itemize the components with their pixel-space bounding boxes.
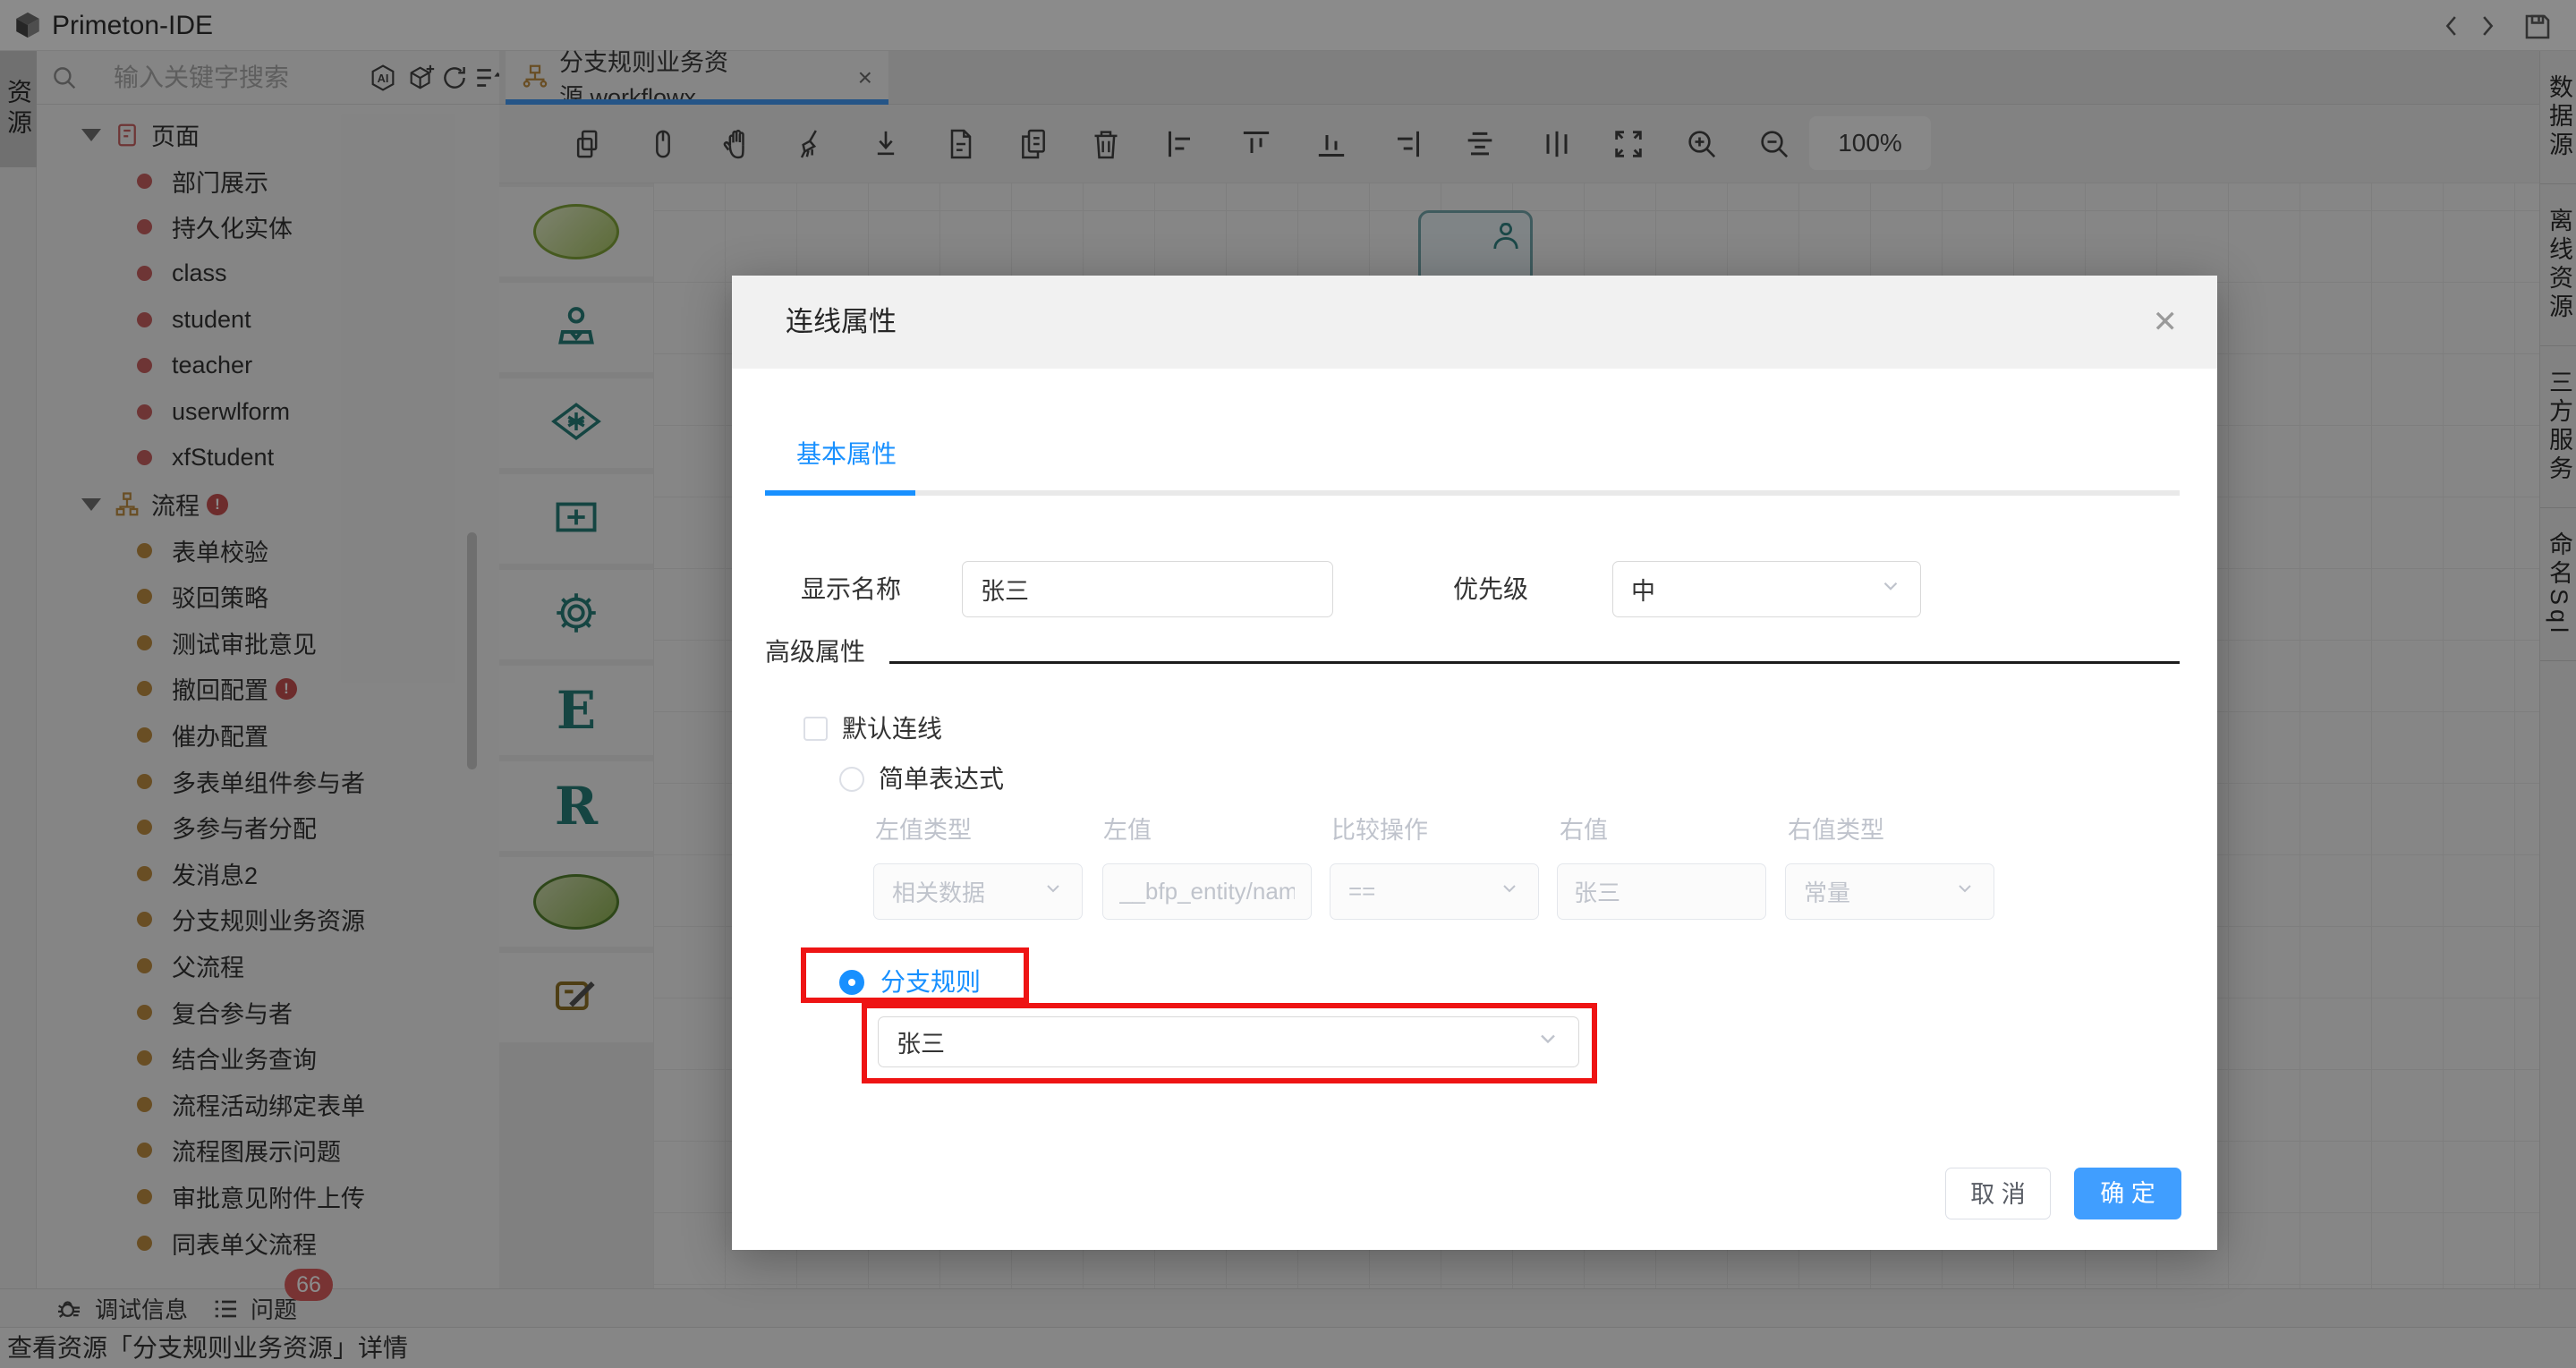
left-value-column-label: 左值 [1103, 817, 1152, 844]
right-type-column-label: 右值类型 [1788, 817, 1884, 844]
advanced-section-divider [889, 661, 2180, 664]
priority-label: 优先级 [1453, 575, 1529, 603]
primeton-ide-window: Primeton-IDE 资源 输入关键字搜索 AI 页面 部门展示 持久化实体… [0, 0, 2576, 1368]
left-value-input[interactable] [1102, 863, 1312, 920]
branch-rule-label: 分支规则 [880, 968, 982, 996]
dialog-title: 连线属性 [786, 306, 897, 337]
priority-select[interactable]: 中 [1612, 561, 1921, 617]
chevron-down-icon [1499, 878, 1520, 905]
tab-basic-properties[interactable]: 基本属性 [796, 435, 897, 471]
left-type-column-label: 左值类型 [875, 817, 972, 844]
operator-column-label: 比较操作 [1331, 817, 1428, 844]
branch-rule-radio[interactable] [839, 970, 864, 995]
default-line-checkbox[interactable] [803, 717, 828, 741]
confirm-button[interactable]: 确 定 [2074, 1168, 2181, 1219]
chevron-down-icon [1535, 1026, 1560, 1058]
display-name-label: 显示名称 [801, 575, 902, 603]
simple-expression-radio[interactable] [839, 767, 864, 792]
left-type-select[interactable]: 相关数据 [873, 863, 1083, 920]
cancel-button[interactable]: 取 消 [1945, 1168, 2051, 1219]
right-value-input[interactable] [1557, 863, 1766, 920]
simple-expression-label: 简单表达式 [879, 765, 1005, 793]
active-tab-underline [765, 490, 915, 496]
right-type-select[interactable]: 常量 [1785, 863, 1994, 920]
default-line-label: 默认连线 [842, 715, 943, 743]
right-value-column-label: 右值 [1560, 817, 1608, 844]
display-name-input[interactable] [962, 561, 1333, 617]
chevron-down-icon [1042, 878, 1064, 905]
dialog-header: 连线属性 ✕ [732, 276, 2217, 369]
tab-divider [765, 490, 2180, 496]
advanced-section-label: 高级属性 [765, 638, 866, 666]
chevron-down-icon [1954, 878, 1976, 905]
dialog-close-icon[interactable]: ✕ [2153, 276, 2179, 369]
branch-rule-select[interactable]: 张三 [878, 1016, 1579, 1067]
operator-select[interactable]: == [1330, 863, 1539, 920]
chevron-down-icon [1879, 574, 1902, 604]
connection-properties-dialog: 连线属性 ✕ 基本属性 显示名称 优先级 中 高级属性 默认连线 简单表达式 左… [732, 276, 2217, 1250]
